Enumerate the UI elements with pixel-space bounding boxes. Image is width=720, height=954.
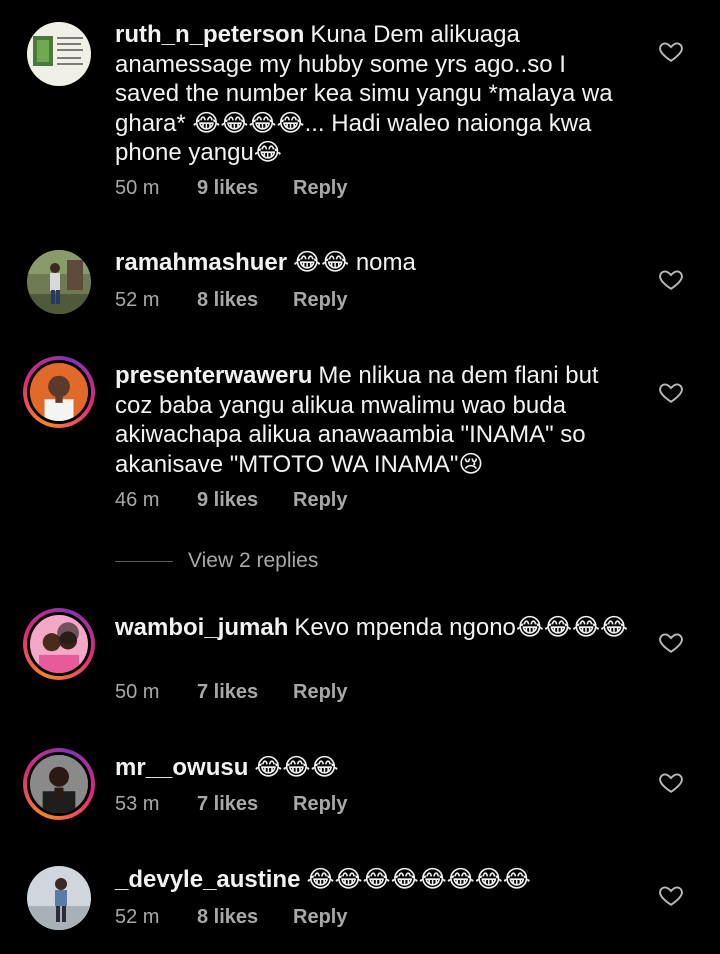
comment-likes[interactable]: 8 likes: [197, 289, 293, 312]
comment-likes[interactable]: 7 likes: [197, 681, 293, 704]
avatar-image: [30, 363, 88, 421]
heart-icon[interactable]: [658, 266, 684, 292]
view-replies-button[interactable]: View 2 replies: [115, 549, 318, 573]
reply-button[interactable]: Reply: [293, 906, 347, 929]
avatar-image: [27, 866, 91, 930]
avatar-image: [27, 22, 91, 86]
comment-username[interactable]: ramahmashuer: [115, 249, 287, 276]
heart-icon[interactable]: [658, 629, 684, 655]
comment-time: 46 m: [115, 489, 160, 511]
comment-body: 😂😂 noma: [293, 249, 416, 276]
heart-icon[interactable]: [658, 882, 684, 908]
replies-divider: [115, 560, 173, 562]
comment-username[interactable]: presenterwaweru: [115, 362, 312, 389]
avatar-image: [30, 755, 88, 813]
comment-likes[interactable]: 8 likes: [197, 906, 293, 929]
comment-meta: 50 m 9 likes Reply: [115, 177, 347, 200]
avatar[interactable]: [27, 866, 91, 930]
comment-meta: 46 m 9 likes Reply: [115, 489, 347, 512]
comment-username[interactable]: _devyle_austine: [115, 866, 300, 893]
reply-button[interactable]: Reply: [293, 289, 347, 312]
comment-meta: 50 m 7 likes Reply: [115, 681, 347, 704]
comment-text: presenterwaweru Me nlikua na dem flani bu…: [115, 361, 635, 479]
comment-time: 52 m: [115, 289, 160, 311]
comment-meta: 52 m 8 likes Reply: [115, 289, 347, 312]
comment-body: Kevo mpenda ngono😂😂😂😂: [294, 614, 629, 641]
comment-meta: 52 m 8 likes Reply: [115, 906, 347, 929]
comment-username[interactable]: wamboi_jumah: [115, 614, 288, 641]
comment-text: mr__owusu 😂😂😂: [115, 753, 635, 783]
avatar-story-ring[interactable]: [23, 356, 95, 428]
heart-icon[interactable]: [658, 379, 684, 405]
reply-button[interactable]: Reply: [293, 681, 347, 704]
comment-username[interactable]: ruth_n_peterson: [115, 21, 304, 48]
comment-time: 50 m: [115, 177, 160, 199]
comment-time: 50 m: [115, 681, 160, 703]
heart-icon[interactable]: [658, 38, 684, 64]
avatar-story-ring[interactable]: [23, 748, 95, 820]
comment-text: wamboi_jumah Kevo mpenda ngono😂😂😂😂: [115, 613, 635, 643]
comment-username[interactable]: mr__owusu: [115, 754, 248, 781]
comment-text: ramahmashuer 😂😂 noma: [115, 248, 635, 278]
reply-button[interactable]: Reply: [293, 177, 347, 200]
comment-body: 😂😂😂😂😂😂😂😂: [306, 866, 531, 893]
reply-button[interactable]: Reply: [293, 793, 347, 816]
avatar-image: [27, 250, 91, 314]
comment-time: 52 m: [115, 906, 160, 928]
avatar-image: [30, 615, 88, 673]
heart-icon[interactable]: [658, 769, 684, 795]
reply-button[interactable]: Reply: [293, 489, 347, 512]
comment-body: 😂😂😂: [254, 754, 339, 781]
avatar-story-ring[interactable]: [23, 608, 95, 680]
comment-likes[interactable]: 9 likes: [197, 489, 293, 512]
comment-text: _devyle_austine 😂😂😂😂😂😂😂😂: [115, 865, 635, 895]
comment-meta: 53 m 7 likes Reply: [115, 793, 347, 816]
comment-time: 53 m: [115, 793, 160, 815]
view-replies-label: View 2 replies: [188, 549, 319, 572]
avatar[interactable]: [27, 250, 91, 314]
avatar[interactable]: [27, 22, 91, 86]
comment-likes[interactable]: 9 likes: [197, 177, 293, 200]
comment-text: ruth_n_peterson Kuna Dem alikuaga anamess…: [115, 20, 635, 168]
comment-likes[interactable]: 7 likes: [197, 793, 293, 816]
